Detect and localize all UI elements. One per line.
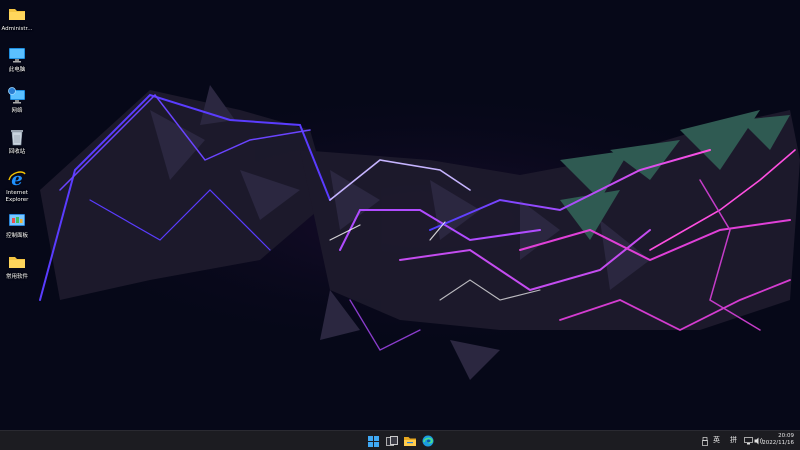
taskbar: 英 拼 20:09 2022/11/16	[0, 430, 800, 450]
start-button[interactable]	[366, 434, 380, 448]
desktop-icon-label: 常用软件	[5, 274, 28, 280]
edge-browser-button[interactable]	[421, 434, 435, 448]
desktop-icon-label: Administr...	[1, 26, 33, 32]
desktop-icon-label: Internet Explorer	[5, 190, 29, 203]
desktop-icon-label: 控制面板	[5, 233, 28, 239]
clock-date: 2022/11/16	[762, 440, 794, 446]
network-icon	[7, 86, 27, 106]
volume-icon	[754, 437, 763, 445]
edge-browser-icon	[422, 435, 434, 447]
desktop-icon-recycle-bin[interactable]: 回收站	[2, 127, 32, 156]
ime-mode-indicator[interactable]: 拼	[730, 435, 737, 445]
usb-device-icon	[702, 436, 708, 446]
folder-user-icon	[7, 4, 27, 24]
task-view-button[interactable]	[385, 434, 399, 448]
clock[interactable]: 20:09 2022/11/16	[762, 433, 794, 447]
file-explorer-icon	[404, 436, 416, 446]
task-view-icon	[386, 435, 398, 446]
network-status-icon	[743, 437, 753, 445]
ime-language-indicator[interactable]: 英	[713, 435, 720, 445]
network-status-button[interactable]	[743, 434, 753, 448]
control-panel-icon	[7, 211, 27, 231]
desktop-wallpaper	[0, 0, 800, 430]
usb-device-button[interactable]	[700, 434, 710, 448]
desktop-icon-common-software[interactable]: 常用软件	[2, 252, 32, 281]
desktop-icon-control-panel[interactable]: 控制面板	[2, 211, 32, 240]
clock-time: 20:09	[778, 433, 794, 439]
desktop-icon-this-pc[interactable]: 此电脑	[2, 45, 32, 74]
desktop-icon-label: 回收站	[8, 149, 26, 155]
internet-explorer-icon: e	[7, 168, 27, 190]
desktop-icon-internet-explorer[interactable]: e Internet Explorer	[2, 168, 32, 203]
folder-icon	[7, 252, 27, 272]
desktop-icon-network[interactable]: 网络	[2, 86, 32, 115]
desktop-icon-label: 网络	[11, 108, 23, 114]
desktop-icon-administrator[interactable]: Administr...	[1, 4, 33, 33]
windows-start-icon	[367, 435, 379, 447]
file-explorer-button[interactable]	[403, 434, 417, 448]
recycle-bin-icon	[7, 127, 27, 147]
desktop-icon-label: 此电脑	[8, 67, 26, 73]
monitor-icon	[7, 45, 27, 65]
